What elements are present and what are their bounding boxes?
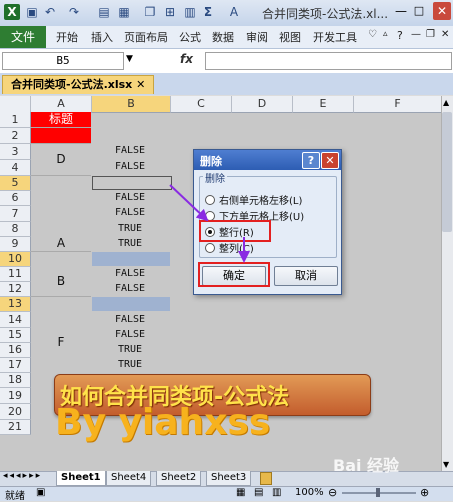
zoom-in-icon[interactable]: ⊕ bbox=[420, 486, 429, 499]
normal-view-icon[interactable]: ▦ bbox=[236, 487, 245, 498]
arrow-to-row-option bbox=[169, 184, 209, 222]
zoom-out-icon[interactable]: ⊖ bbox=[328, 486, 337, 499]
zoom-slider-thumb[interactable] bbox=[376, 488, 380, 497]
page-layout-view-icon[interactable]: ▤ bbox=[254, 487, 263, 498]
sheet-tab-4[interactable]: Sheet4 bbox=[106, 471, 152, 486]
page-break-view-icon[interactable]: ▥ bbox=[272, 487, 281, 498]
zoom-level[interactable]: 100% bbox=[295, 487, 324, 498]
new-sheet-icon[interactable] bbox=[260, 472, 272, 485]
sheet-tab-3[interactable]: Sheet3 bbox=[206, 471, 252, 486]
annotation-arrows bbox=[169, 184, 250, 263]
sheet-tab-1[interactable]: Sheet1 bbox=[56, 471, 106, 486]
sheet-nav-icons[interactable]: ◂◂◂▸▸▸ bbox=[3, 471, 42, 481]
baidu-watermark: Bai 经验 bbox=[333, 456, 400, 475]
macro-record-icon[interactable]: ▣ bbox=[36, 487, 45, 498]
sheet-tab-2[interactable]: Sheet2 bbox=[156, 471, 202, 486]
